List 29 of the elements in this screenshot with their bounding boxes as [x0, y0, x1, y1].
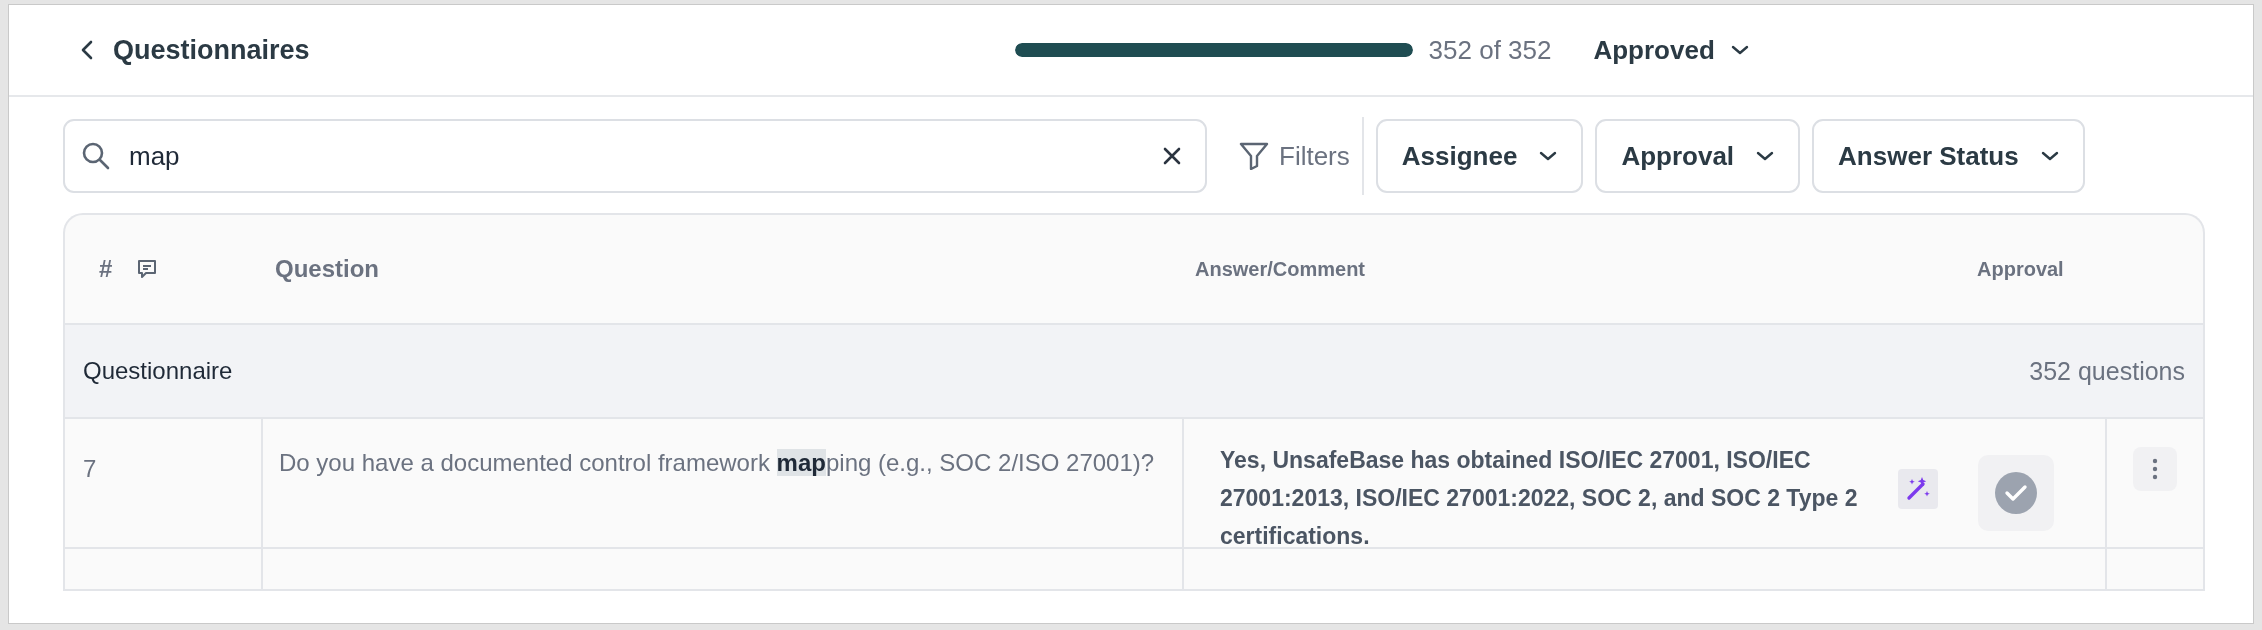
filter-dropdown[interactable]: Assignee — [1375, 119, 1584, 193]
search-field[interactable]: map — [63, 119, 1207, 193]
question-count: 352 questions — [2029, 356, 2185, 386]
search-icon — [81, 141, 111, 171]
filter-icon — [1239, 142, 1269, 170]
row-number: 7 — [83, 455, 97, 482]
column-header: Approval — [1977, 257, 2064, 281]
chevron-down-icon — [2040, 151, 2059, 161]
group-title: Questionnaire — [83, 357, 233, 385]
filters-button[interactable]: Filters — [1239, 140, 1350, 172]
more-icon — [2152, 458, 2158, 480]
chevron-down-icon — [1756, 151, 1775, 161]
column-header: Answer/Comment — [1195, 257, 1367, 281]
status-dropdown[interactable]: Approved — [1593, 34, 1749, 66]
column-header: # — [99, 255, 113, 283]
filter-dropdown[interactable]: Approval — [1595, 119, 1801, 193]
answer-text: Yes, UnsafeBase has obtained ISO/IEC 27001, ISO/IEC 27001:2013, ISO/IEC 27001:2022, SOC 2, and SOC 2 Type 2 certifications. — [1220, 446, 1859, 551]
clear-icon[interactable] — [1163, 147, 1181, 165]
column-header: Question — [275, 255, 380, 283]
chevron-down-icon — [1730, 45, 1749, 55]
comment-icon — [136, 258, 159, 280]
chevron-down-icon — [1539, 151, 1558, 161]
back-button[interactable]: Questionnaires — [81, 34, 310, 66]
approve-button[interactable] — [1978, 455, 2054, 531]
question-text: Do you have a documented control framework mapping (e.g., SOC 2/ISO 27001)? — [279, 448, 1156, 478]
filter-dropdown[interactable]: Answer Status — [1812, 119, 2085, 193]
chevron-left-icon — [81, 40, 93, 60]
more-button[interactable] — [2133, 447, 2177, 491]
progress-count: 352 of 352 — [1428, 34, 1552, 66]
